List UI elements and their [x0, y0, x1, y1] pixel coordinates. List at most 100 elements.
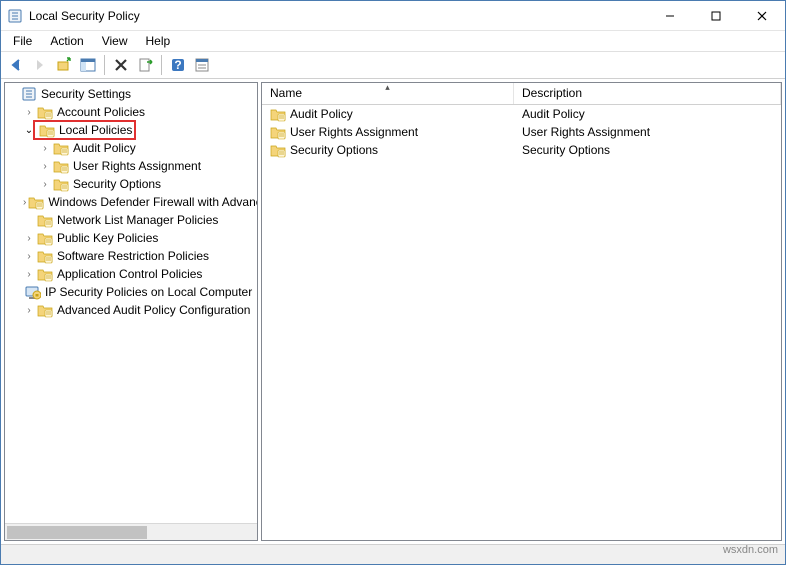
- policy-folder-icon: [28, 194, 44, 210]
- collapse-icon[interactable]: ⌄: [23, 125, 35, 136]
- tree-item[interactable]: › Account Policies: [5, 103, 257, 121]
- expand-icon[interactable]: ›: [39, 179, 51, 190]
- tree-item-label: Public Key Policies: [57, 231, 158, 245]
- show-hide-tree-button[interactable]: [77, 54, 99, 76]
- tree-item[interactable]: › User Rights Assignment: [5, 157, 257, 175]
- list-cell-description: Audit Policy: [514, 107, 781, 121]
- column-header-description[interactable]: Description: [514, 83, 781, 104]
- window-title: Local Security Policy: [29, 9, 140, 23]
- back-button[interactable]: [5, 54, 27, 76]
- expand-icon[interactable]: ›: [23, 107, 35, 118]
- menubar: File Action View Help: [1, 31, 785, 51]
- tree-item[interactable]: ⌄ Local Policies: [5, 121, 257, 139]
- tree-item[interactable]: ›Windows Defender Firewall with Advanced…: [5, 193, 257, 211]
- expand-icon[interactable]: ›: [39, 161, 51, 172]
- statusbar: [1, 544, 785, 564]
- ipsec-icon: [25, 284, 41, 300]
- properties-button[interactable]: [191, 54, 213, 76]
- policy-folder-icon: [270, 106, 286, 122]
- toolbar-separator: [161, 55, 162, 75]
- expand-icon[interactable]: ›: [23, 305, 35, 316]
- tree-item[interactable]: › Application Control Policies: [5, 265, 257, 283]
- list-row[interactable]: Security Options Security Options: [262, 141, 781, 159]
- sort-ascending-icon: ▴: [385, 82, 390, 93]
- close-button[interactable]: [739, 1, 785, 31]
- list-pane: ▴ Name Description Audit PolicyAudit Pol…: [261, 82, 782, 541]
- tree-item[interactable]: › Audit Policy: [5, 139, 257, 157]
- list-cell-name-label: Audit Policy: [290, 107, 353, 121]
- list-cell-description-label: Audit Policy: [522, 107, 585, 121]
- tree-item-label: Account Policies: [57, 105, 145, 119]
- tree-item-label: Windows Defender Firewall with Advanced …: [48, 195, 257, 209]
- toolbar-separator: [104, 55, 105, 75]
- tree-item-label: Network List Manager Policies: [57, 213, 218, 227]
- policy-folder-icon: [39, 122, 55, 138]
- list-header: ▴ Name Description: [262, 83, 781, 105]
- content-area: Security Settings › Account Policies ⌄ Loca…: [1, 79, 785, 544]
- tree-pane: Security Settings › Account Policies ⌄ Loca…: [4, 82, 258, 541]
- expand-icon[interactable]: ›: [39, 143, 51, 154]
- minimize-button[interactable]: [647, 1, 693, 31]
- tree-item[interactable]: ›Security Options: [5, 175, 257, 193]
- menu-file[interactable]: File: [5, 32, 40, 50]
- tree-item-label: Local Policies: [59, 123, 132, 137]
- column-header-name[interactable]: ▴ Name: [262, 83, 514, 104]
- expand-icon[interactable]: ›: [23, 233, 35, 244]
- policy-folder-icon: [53, 158, 69, 174]
- tree-item-label: Software Restriction Policies: [57, 249, 209, 263]
- menu-help[interactable]: Help: [138, 32, 179, 50]
- export-button[interactable]: [134, 54, 156, 76]
- tree-item-label: Audit Policy: [73, 141, 136, 155]
- menu-view[interactable]: View: [94, 32, 136, 50]
- tree-item[interactable]: IP Security Policies on Local Computer: [5, 283, 257, 301]
- svg-text:?: ?: [174, 58, 181, 72]
- policy-folder-icon: [37, 302, 53, 318]
- tree[interactable]: Security Settings › Account Policies ⌄ Loca…: [5, 83, 257, 523]
- list-cell-description: User Rights Assignment: [514, 125, 781, 139]
- list-row[interactable]: Audit Policy Audit Policy: [262, 105, 781, 123]
- tree-root[interactable]: Security Settings: [5, 85, 257, 103]
- list-row[interactable]: User Rights Assignment User Rights Assign…: [262, 123, 781, 141]
- tree-item[interactable]: › Software Restriction Policies: [5, 247, 257, 265]
- tree-item-label: IP Security Policies on Local Computer: [45, 285, 252, 299]
- up-button[interactable]: [53, 54, 75, 76]
- list-cell-description-label: Security Options: [522, 143, 610, 157]
- delete-button[interactable]: [110, 54, 132, 76]
- tree-horizontal-scrollbar[interactable]: [5, 523, 257, 540]
- forward-button[interactable]: [29, 54, 51, 76]
- maximize-button[interactable]: [693, 1, 739, 31]
- scrollbar-thumb[interactable]: [7, 526, 147, 539]
- app-window: Local Security Policy File Action View H…: [0, 0, 786, 565]
- tree-item[interactable]: › Public Key Policies: [5, 229, 257, 247]
- policy-folder-icon: [37, 212, 53, 228]
- expand-icon[interactable]: ›: [23, 269, 35, 280]
- list-cell-name-label: User Rights Assignment: [290, 125, 418, 139]
- toolbar: ?: [1, 51, 785, 79]
- column-header-name-label: Name: [270, 86, 302, 100]
- tree-item-label: User Rights Assignment: [73, 159, 201, 173]
- policy-folder-icon: [37, 104, 53, 120]
- help-button[interactable]: ?: [167, 54, 189, 76]
- tree-root-label: Security Settings: [41, 87, 131, 101]
- tree-item-label: Application Control Policies: [57, 267, 202, 281]
- list-body[interactable]: Audit Policy Audit Policy User Rights Assi…: [262, 105, 781, 540]
- tree-item[interactable]: Network List Manager Policies: [5, 211, 257, 229]
- titlebar: Local Security Policy: [1, 1, 785, 31]
- policy-folder-icon: [53, 140, 69, 156]
- list-cell-name: Audit Policy: [262, 106, 514, 122]
- list-cell-name: Security Options: [262, 142, 514, 158]
- list-cell-name: User Rights Assignment: [262, 124, 514, 140]
- expand-icon[interactable]: ›: [23, 251, 35, 262]
- app-icon: [7, 8, 23, 24]
- policy-folder-icon: [270, 142, 286, 158]
- tree-item[interactable]: › Advanced Audit Policy Configuration: [5, 301, 257, 319]
- list-cell-name-label: Security Options: [290, 143, 378, 157]
- policy-folder-icon: [53, 176, 69, 192]
- menu-action[interactable]: Action: [42, 32, 91, 50]
- list-cell-description-label: User Rights Assignment: [522, 125, 650, 139]
- policy-folder-icon: [270, 124, 286, 140]
- policy-folder-icon: [37, 266, 53, 282]
- list-cell-description: Security Options: [514, 143, 781, 157]
- tree-item-label: Advanced Audit Policy Configuration: [57, 303, 250, 317]
- column-header-description-label: Description: [522, 86, 582, 100]
